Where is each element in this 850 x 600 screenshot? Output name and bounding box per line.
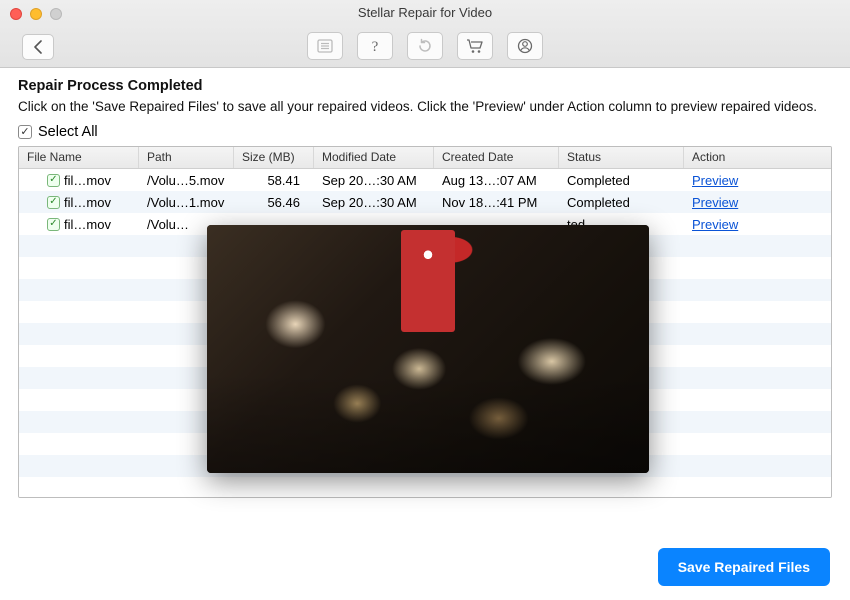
cell-path: /Volu…1.mov [139,192,234,213]
zoom-window-icon[interactable] [50,8,62,20]
col-modified[interactable]: Modified Date [314,147,434,168]
close-window-icon[interactable] [10,8,22,20]
svg-text:?: ? [372,39,379,54]
cell-status: Completed [559,192,684,213]
cell-file-name: fil…mov [64,173,111,188]
page-heading: Repair Process Completed [18,78,832,94]
row-checkbox[interactable]: ✓ [47,196,60,209]
app-title: Stellar Repair for Video [0,0,850,20]
col-size[interactable]: Size (MB) [234,147,314,168]
user-icon[interactable] [507,32,543,60]
cell-status: Completed [559,170,684,191]
cell-modified: Sep 20…:30 AM [314,192,434,213]
row-checkbox[interactable]: ✓ [47,218,60,231]
cell-modified: Sep 20…:30 AM [314,170,434,191]
col-status[interactable]: Status [559,147,684,168]
select-all-row[interactable]: ✓ Select All [18,124,832,140]
preview-link[interactable]: Preview [692,195,738,210]
col-action[interactable]: Action [684,147,831,168]
cell-created: Nov 18…:41 PM [434,192,559,213]
table-row[interactable]: ✓ fil…mov/Volu…1.mov56.46Sep 20…:30 AMNov… [19,191,831,213]
cart-icon[interactable] [457,32,493,60]
preview-link[interactable]: Preview [692,173,738,188]
col-file-name[interactable]: File Name [19,147,139,168]
footer: Save Repaired Files [658,548,830,586]
row-checkbox[interactable]: ✓ [47,174,60,187]
video-preview-thumbnail [207,225,649,473]
select-all-label: Select All [38,124,98,140]
list-icon[interactable] [307,32,343,60]
table-row-empty [19,477,831,498]
table-row[interactable]: ✓ fil…mov/Volu…5.mov58.41Sep 20…:30 AMAug… [19,169,831,191]
col-path[interactable]: Path [139,147,234,168]
cell-size: 56.46 [234,192,314,213]
save-repaired-files-button[interactable]: Save Repaired Files [658,548,830,586]
window-controls [10,8,62,20]
table-header: File Name Path Size (MB) Modified Date C… [19,147,831,169]
refresh-icon[interactable] [407,32,443,60]
cell-path: /Volu…5.mov [139,170,234,191]
titlebar: Stellar Repair for Video ? [0,0,850,68]
select-all-checkbox[interactable]: ✓ [18,125,32,139]
video-preview-popup[interactable] [207,225,649,473]
col-created[interactable]: Created Date [434,147,559,168]
preview-link[interactable]: Preview [692,217,738,232]
cell-file-name: fil…mov [64,217,111,232]
page-subtext: Click on the 'Save Repaired Files' to sa… [18,98,832,116]
cell-created: Aug 13…:07 AM [434,170,559,191]
toolbar: ? [0,32,850,60]
help-icon[interactable]: ? [357,32,393,60]
minimize-window-icon[interactable] [30,8,42,20]
cell-file-name: fil…mov [64,195,111,210]
cell-size: 58.41 [234,170,314,191]
